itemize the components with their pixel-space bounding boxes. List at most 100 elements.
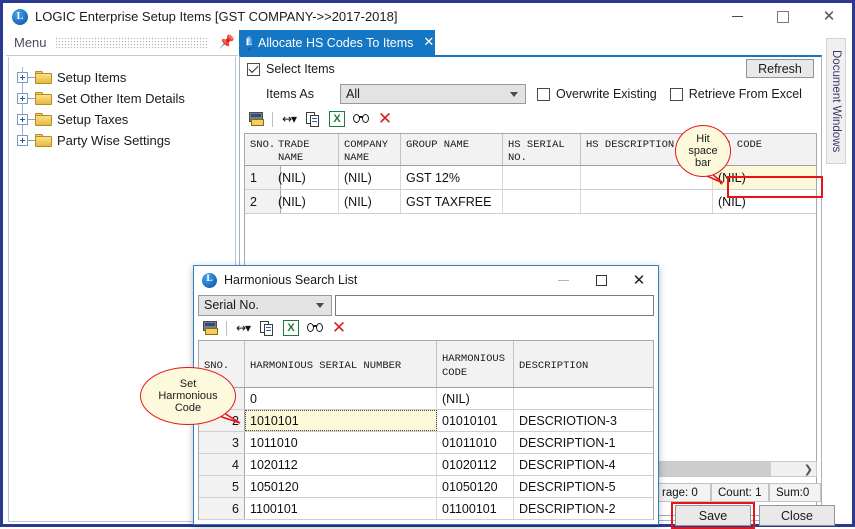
search-field-select[interactable]: Serial No. xyxy=(198,295,332,316)
cell-description[interactable]: DESCRIPTION-1 xyxy=(514,432,653,453)
minimize-icon xyxy=(558,280,569,281)
dialog-close-button[interactable]: ✕ xyxy=(620,266,658,294)
dialog-maximize-button[interactable] xyxy=(582,266,620,294)
close-button[interactable]: Close xyxy=(759,505,835,526)
list-item[interactable]: 3 1011010 01011010 DESCRIPTION-1 xyxy=(199,432,653,454)
items-as-value: All xyxy=(346,87,360,101)
scroll-right-icon[interactable]: ❯ xyxy=(804,463,816,476)
column-header-harmonious-code[interactable]: HARMONIOUS CODE xyxy=(437,341,514,387)
cell-harmonious-code[interactable]: 01011010 xyxy=(437,432,514,453)
copy-icon[interactable] xyxy=(255,317,279,339)
cell-description[interactable]: DESCRIOTION-3 xyxy=(514,410,653,431)
cell-harmonious-code[interactable]: 01010101 xyxy=(437,410,514,431)
select-items-row: Select Items Refresh xyxy=(240,57,821,81)
close-button[interactable]: ✕ xyxy=(806,3,852,30)
cell-company-name[interactable]: (NIL) xyxy=(339,166,401,189)
cell-description[interactable]: DESCRIPTION-4 xyxy=(514,454,653,475)
search-input[interactable] xyxy=(335,295,654,316)
autofit-columns-icon[interactable]: ↔▾ xyxy=(231,317,255,339)
chevron-down-icon xyxy=(510,92,518,97)
cell-harmonious-serial-number[interactable]: 1050120 xyxy=(245,476,437,497)
cell-description[interactable] xyxy=(514,388,653,409)
cell-trade-name[interactable]: (NIL) xyxy=(273,190,339,213)
tree-dash xyxy=(28,140,35,141)
cell-hs-serial-no[interactable] xyxy=(503,166,581,189)
sidebar-item-label: Set Other Item Details xyxy=(57,91,185,106)
dialog-minimize-button[interactable] xyxy=(544,266,582,294)
cell-hs-description[interactable] xyxy=(581,190,713,213)
find-icon[interactable] xyxy=(349,108,373,130)
dialog-grid[interactable]: SNO. HARMONIOUS SERIAL NUMBER HARMONIOUS… xyxy=(198,340,654,520)
expand-icon[interactable] xyxy=(17,72,28,83)
copy-icon[interactable] xyxy=(301,108,325,130)
autofit-columns-icon[interactable]: ↔▾ xyxy=(277,108,301,130)
export-excel-icon[interactable]: X xyxy=(325,108,349,130)
column-header-company-name[interactable]: COMPANY NAME xyxy=(339,134,401,165)
cell-harmonious-code[interactable]: 01050120 xyxy=(437,476,514,497)
cell-harmonious-code[interactable]: (NIL) xyxy=(437,388,514,409)
save-button[interactable]: Save xyxy=(675,505,751,526)
tab-allocate-hs-codes-to-items[interactable]: L Allocate HS Codes To Items ✕ xyxy=(239,30,435,55)
list-item[interactable]: 5 1050120 01050120 DESCRIPTION-5 xyxy=(199,476,653,498)
cell-harmonious-code[interactable]: 01020112 xyxy=(437,454,514,475)
expand-icon[interactable] xyxy=(17,135,28,146)
cell-harmonious-serial-number[interactable]: 1100101 xyxy=(245,498,437,519)
list-item[interactable]: 0 (NIL) xyxy=(199,388,653,410)
print-icon[interactable] xyxy=(244,108,268,130)
table-row[interactable]: 2 (NIL) (NIL) GST TAXFREE (NIL) xyxy=(245,190,816,214)
sidebar-item-setup-taxes[interactable]: Setup Taxes xyxy=(9,109,235,130)
window-controls: ✕ xyxy=(714,3,852,30)
overwrite-existing-checkbox[interactable] xyxy=(537,88,550,101)
scrollbar-thumb[interactable] xyxy=(656,462,771,476)
column-header-trade-name[interactable]: TRADE NAME xyxy=(273,134,339,165)
horizontal-scrollbar[interactable]: ❯ xyxy=(655,461,817,477)
cell-harmonious-serial-number[interactable]: 1011010 xyxy=(245,432,437,453)
column-header-hs-serial-no[interactable]: HS SERIAL NO. xyxy=(503,134,581,165)
pin-icon[interactable]: 📌 xyxy=(216,35,238,50)
list-item[interactable]: 2 1010101 01010101 DESCRIOTION-3 xyxy=(199,410,653,432)
select-items-checkbox[interactable] xyxy=(247,63,260,76)
items-as-select[interactable]: All xyxy=(340,84,526,104)
column-header-group-name[interactable]: GROUP NAME xyxy=(401,134,503,165)
cell-hs-serial-no[interactable] xyxy=(503,190,581,213)
column-header-harmonious-serial-number[interactable]: HARMONIOUS SERIAL NUMBER xyxy=(245,341,437,387)
tab-close-icon[interactable]: ✕ xyxy=(423,36,434,49)
sidebar-item-set-other-item-details[interactable]: Set Other Item Details xyxy=(9,88,235,109)
cell-description[interactable]: DESCRIPTION-5 xyxy=(514,476,653,497)
list-item[interactable]: 4 1020112 01020112 DESCRIPTION-4 xyxy=(199,454,653,476)
column-header-description[interactable]: DESCRIPTION xyxy=(514,341,653,387)
cell-harmonious-code[interactable]: 01100101 xyxy=(437,498,514,519)
print-icon[interactable] xyxy=(198,317,222,339)
refresh-button[interactable]: Refresh xyxy=(746,59,814,78)
expand-icon[interactable] xyxy=(17,114,28,125)
delete-icon[interactable]: ✕ xyxy=(373,108,397,130)
cell-harmonious-serial-number[interactable]: 0 xyxy=(245,388,437,409)
window-title: LOGIC Enterprise Setup Items [GST COMPAN… xyxy=(35,9,397,24)
sidebar-item-party-wise-settings[interactable]: Party Wise Settings xyxy=(9,130,235,151)
toolbar-separator xyxy=(272,112,273,127)
maximize-button[interactable] xyxy=(760,3,806,30)
delete-icon[interactable]: ✕ xyxy=(327,317,351,339)
toolbar-separator xyxy=(226,321,227,336)
cell-harmonious-serial-number[interactable]: 1020112 xyxy=(245,454,437,475)
close-icon: ✕ xyxy=(633,273,646,288)
tree-dash xyxy=(28,77,35,78)
cell-description[interactable]: DESCRIPTION-2 xyxy=(514,498,653,519)
cell-hs-code[interactable]: (NIL) xyxy=(713,190,816,213)
retrieve-from-excel-checkbox[interactable] xyxy=(670,88,683,101)
document-windows-tab[interactable]: Document Windows xyxy=(826,38,846,164)
cell-harmonious-serial-number[interactable]: 1010101 xyxy=(245,410,437,431)
cell-group-name[interactable]: GST 12% xyxy=(401,166,503,189)
list-item[interactable]: 6 1100101 01100101 DESCRIPTION-2 xyxy=(199,498,653,520)
tree-dash xyxy=(28,98,35,99)
sidebar-item-setup-items[interactable]: Setup Items xyxy=(9,67,235,88)
minimize-button[interactable] xyxy=(714,3,760,30)
cell-group-name[interactable]: GST TAXFREE xyxy=(401,190,503,213)
callout-line-2: space xyxy=(688,145,717,157)
find-icon[interactable] xyxy=(303,317,327,339)
cell-trade-name[interactable]: (NIL) xyxy=(273,166,339,189)
cell-company-name[interactable]: (NIL) xyxy=(339,190,401,213)
dialog-search-row: Serial No. xyxy=(198,294,654,316)
expand-icon[interactable] xyxy=(17,93,28,104)
export-excel-icon[interactable]: X xyxy=(279,317,303,339)
